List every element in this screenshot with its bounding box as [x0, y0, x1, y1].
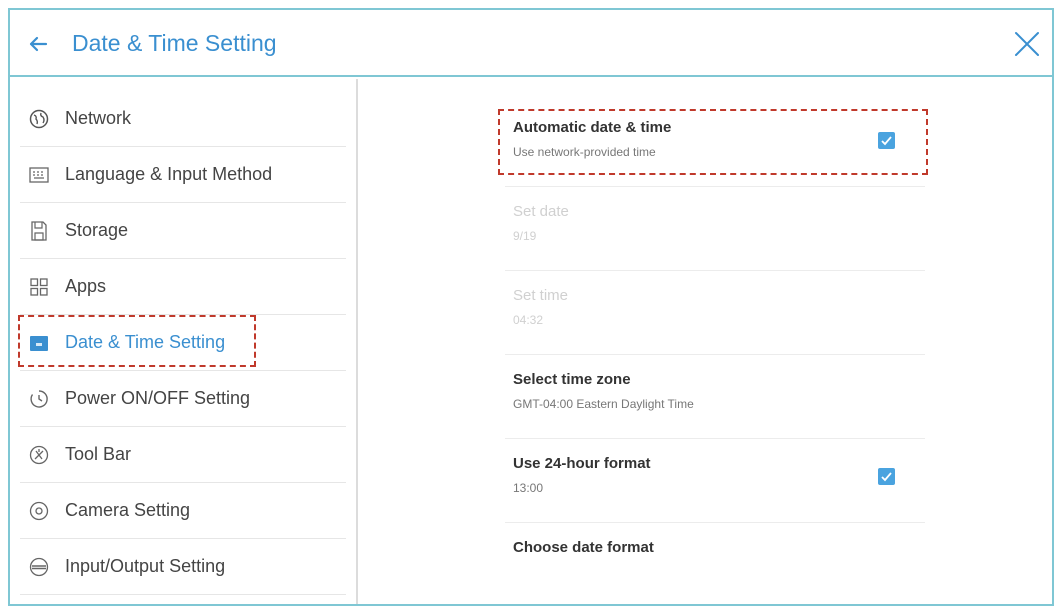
sidebar-item-input-output[interactable]: Input/Output Setting	[20, 539, 346, 595]
setting-title: Use 24-hour format	[513, 455, 651, 472]
apps-grid-icon	[29, 277, 49, 297]
sidebar-item-label: Date & Time Setting	[65, 332, 226, 352]
setting-subtitle: GMT-04:00 Eastern Daylight Time	[513, 397, 694, 411]
setting-set-date: Set date 9/19	[505, 187, 925, 271]
camera-icon	[29, 501, 49, 521]
setting-date-format[interactable]: Choose date format	[505, 523, 925, 607]
sidebar-item-power[interactable]: Power ON/OFF Setting	[20, 371, 346, 427]
sidebar-item-storage[interactable]: Storage	[20, 203, 346, 259]
close-icon[interactable]	[1012, 29, 1042, 59]
sidebar-item-toolbar[interactable]: Tool Bar	[20, 427, 346, 483]
sidebar-item-label: Input/Output Setting	[65, 556, 226, 576]
toolbar-icon	[29, 445, 49, 465]
auto-time-checkbox[interactable]	[878, 132, 895, 149]
globe-icon	[29, 109, 49, 129]
sidebar-item-label: Storage	[65, 220, 129, 240]
setting-title: Set date	[513, 203, 569, 220]
sidebar-item-label: Apps	[65, 276, 107, 296]
sidebar-item-label: Network	[65, 108, 132, 128]
setting-time-zone[interactable]: Select time zone GMT-04:00 Eastern Dayli…	[505, 355, 925, 439]
setting-subtitle: 9/19	[513, 229, 537, 243]
keyboard-icon	[29, 165, 49, 185]
content-panel: Automatic date & time Use network-provid…	[360, 79, 1052, 604]
header-bar: Date & Time Setting	[10, 10, 1052, 77]
checkmark-icon	[881, 472, 892, 482]
sidebar-item-label: Camera Setting	[65, 500, 191, 520]
sidebar-item-label: Tool Bar	[65, 444, 132, 464]
power-timer-icon	[29, 389, 49, 409]
setting-subtitle: 04:32	[513, 313, 544, 327]
input-output-icon	[29, 557, 49, 577]
24-hour-checkbox[interactable]	[878, 468, 895, 485]
sidebar-item-camera[interactable]: Camera Setting	[20, 483, 346, 539]
page-title: Date & Time Setting	[72, 30, 277, 56]
sidebar-item-label: Power ON/OFF Setting	[65, 388, 251, 408]
sidebar-item-date-time[interactable]: Date & Time Setting	[20, 315, 346, 371]
sidebar-item-network[interactable]: Network	[20, 91, 346, 147]
sidebar-item-apps[interactable]: Apps	[20, 259, 346, 315]
setting-title: Automatic date & time	[513, 119, 672, 136]
sidebar: Network Language & Input Method Storage …	[10, 79, 358, 604]
calendar-icon	[29, 333, 49, 353]
settings-window: Date & Time Setting Network Language & I…	[8, 8, 1054, 606]
setting-title: Select time zone	[513, 371, 631, 388]
setting-subtitle: Use network-provided time	[513, 145, 656, 159]
sidebar-item-label: Language & Input Method	[65, 164, 273, 184]
setting-24-hour-format[interactable]: Use 24-hour format 13:00	[505, 439, 925, 523]
setting-title: Set time	[513, 287, 569, 304]
storage-icon	[29, 220, 49, 241]
sidebar-item-language[interactable]: Language & Input Method	[20, 147, 346, 203]
setting-set-time: Set time 04:32	[505, 271, 925, 355]
setting-title: Choose date format	[513, 539, 654, 556]
checkmark-icon	[881, 136, 892, 146]
back-arrow-icon[interactable]	[26, 32, 50, 56]
setting-subtitle: 13:00	[513, 481, 544, 495]
setting-auto-date-time[interactable]: Automatic date & time Use network-provid…	[505, 103, 925, 187]
